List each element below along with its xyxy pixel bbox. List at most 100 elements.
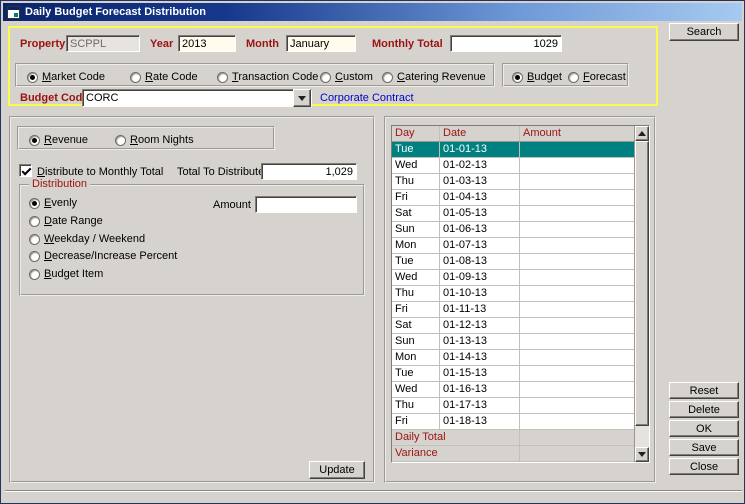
radio-transaction-code[interactable]: Transaction Code	[217, 65, 318, 89]
total-to-distribute-field[interactable]: 1,029	[261, 163, 357, 180]
table-cell-amount	[520, 238, 634, 253]
table-row[interactable]: Fri01-18-13	[392, 414, 634, 430]
table-cell-day: Thu	[392, 286, 440, 301]
save-button[interactable]: Save	[669, 439, 739, 456]
table-row[interactable]: Fri01-04-13	[392, 190, 634, 206]
radio-budget[interactable]: Budget	[512, 65, 562, 89]
table-cell-date: 01-13-13	[440, 334, 520, 349]
daily-total-label: Daily Total	[392, 430, 520, 445]
table-row[interactable]: Wed01-16-13	[392, 382, 634, 398]
scroll-thumb[interactable]	[635, 141, 649, 426]
radio-circle	[29, 269, 40, 280]
radio-circle	[512, 72, 523, 83]
table-row[interactable]: Thu01-17-13	[392, 398, 634, 414]
header-panel: Property SCPPL Year 2013 Month January M…	[8, 26, 658, 106]
table-cell-date: 01-02-13	[440, 158, 520, 173]
radio-market-code[interactable]: Market Code	[27, 65, 105, 89]
month-field[interactable]: January	[286, 35, 356, 52]
radio-decrease-increase-percent[interactable]: Decrease/Increase Percent	[29, 249, 177, 263]
amount-field[interactable]	[255, 196, 357, 213]
dropdown-arrow-icon[interactable]	[293, 89, 311, 107]
year-field[interactable]: 2013	[178, 35, 236, 52]
radio-catering-revenue[interactable]: Catering Revenue	[382, 65, 486, 89]
table-row[interactable]: Thu01-03-13	[392, 174, 634, 190]
table-cell-day: Thu	[392, 398, 440, 413]
table-row[interactable]: Wed01-02-13	[392, 158, 634, 174]
table-cell-date: 01-01-13	[440, 142, 520, 157]
radio-date-range[interactable]: Date Range	[29, 214, 103, 228]
table-row[interactable]: Tue01-15-13	[392, 366, 634, 382]
distribute-checkbox[interactable]	[19, 164, 32, 177]
search-button[interactable]: Search	[669, 23, 739, 41]
radio-circle	[29, 198, 40, 209]
radio-room-nights[interactable]: Room Nights	[115, 128, 194, 152]
delete-button[interactable]: Delete	[669, 401, 739, 418]
radio-circle	[29, 135, 40, 146]
table-body: Tue01-01-13Wed01-02-13Thu01-03-13Fri01-0…	[392, 142, 649, 430]
radio-forecast[interactable]: Forecast	[568, 65, 626, 89]
table-row[interactable]: Tue01-01-13	[392, 142, 634, 158]
radio-evenly[interactable]: Evenly	[29, 196, 77, 210]
scroll-up-icon[interactable]	[635, 126, 649, 141]
table-cell-date: 01-11-13	[440, 302, 520, 317]
table-cell-date: 01-18-13	[440, 414, 520, 429]
radio-custom[interactable]: Custom	[320, 65, 373, 89]
window-title: Daily Budget Forecast Distribution	[25, 6, 206, 18]
variance-label: Variance	[392, 446, 520, 461]
table-cell-amount	[520, 142, 634, 157]
radio-circle	[29, 251, 40, 262]
app-icon	[7, 6, 20, 19]
table-row[interactable]: Sat01-05-13	[392, 206, 634, 222]
table-row[interactable]: Sat01-12-13	[392, 318, 634, 334]
update-button[interactable]: Update	[309, 461, 365, 479]
radio-circle	[115, 135, 126, 146]
monthly-total-label: Monthly Total	[372, 38, 443, 51]
table-row[interactable]: Sun01-06-13	[392, 222, 634, 238]
table-cell-day: Sat	[392, 318, 440, 333]
table-cell-day: Mon	[392, 238, 440, 253]
table-cell-date: 01-04-13	[440, 190, 520, 205]
radio-circle	[27, 72, 38, 83]
radio-circle	[29, 234, 40, 245]
table-cell-date: 01-03-13	[440, 174, 520, 189]
table-cell-date: 01-06-13	[440, 222, 520, 237]
table-row[interactable]: Thu01-10-13	[392, 286, 634, 302]
property-field[interactable]: SCPPL	[66, 35, 140, 52]
table-cell-amount	[520, 302, 634, 317]
variance-row: Variance	[392, 446, 634, 462]
table-row[interactable]: Tue01-08-13	[392, 254, 634, 270]
ok-button[interactable]: OK	[669, 420, 739, 437]
budget-code-description: Corporate Contract	[320, 92, 414, 105]
dialog-window: Daily Budget Forecast Distribution Prope…	[0, 0, 745, 504]
distribution-group: Distribution Evenly Date Range Weekday /…	[19, 184, 365, 296]
table-cell-day: Tue	[392, 142, 440, 157]
table-cell-amount	[520, 286, 634, 301]
radio-weekday-weekend[interactable]: Weekday / Weekend	[29, 232, 145, 246]
close-button[interactable]: Close	[669, 458, 739, 475]
table-row[interactable]: Wed01-09-13	[392, 270, 634, 286]
monthly-total-field[interactable]: 1029	[450, 35, 562, 52]
table-row[interactable]: Mon01-07-13	[392, 238, 634, 254]
mode-radio-bar: Budget Forecast	[502, 63, 629, 87]
measure-radio-bar: Revenue Room Nights	[17, 126, 275, 150]
table-cell-date: 01-16-13	[440, 382, 520, 397]
table-row[interactable]: Mon01-14-13	[392, 350, 634, 366]
budget-code-value: CORC	[83, 92, 293, 104]
table-cell-date: 01-10-13	[440, 286, 520, 301]
table-cell-amount	[520, 334, 634, 349]
month-label: Month	[246, 38, 279, 51]
radio-rate-code[interactable]: Rate Code	[130, 65, 198, 89]
scroll-down-icon[interactable]	[635, 447, 649, 462]
table-row[interactable]: Sun01-13-13	[392, 334, 634, 350]
reset-button[interactable]: Reset	[669, 382, 739, 399]
daily-table: Day Date Amount Tue01-01-13Wed01-02-13Th…	[391, 125, 650, 463]
table-scrollbar[interactable]	[634, 126, 649, 462]
table-row[interactable]: Fri01-11-13	[392, 302, 634, 318]
radio-budget-item[interactable]: Budget Item	[29, 267, 103, 281]
budget-code-combo[interactable]: CORC	[82, 89, 312, 107]
radio-revenue[interactable]: Revenue	[29, 128, 88, 152]
titlebar[interactable]: Daily Budget Forecast Distribution	[3, 3, 742, 21]
table-cell-date: 01-17-13	[440, 398, 520, 413]
table-cell-amount	[520, 398, 634, 413]
table-cell-amount	[520, 254, 634, 269]
